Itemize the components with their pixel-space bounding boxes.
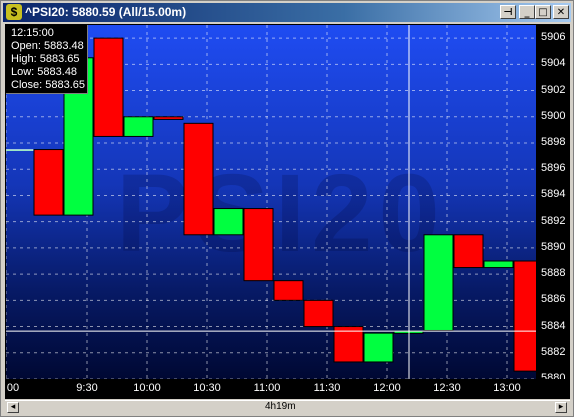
info-low: Low: 5883.48	[11, 66, 78, 78]
y-tick-label: 5884	[541, 319, 566, 332]
x-tick-label: 13:00	[493, 382, 521, 394]
chart-window: $ ^PSI20: 5880.59 (All/15.00m) ⊣ _ □ ✕ P…	[0, 0, 574, 417]
candle-13:00[interactable]	[483, 260, 514, 269]
dollar-icon[interactable]: $	[6, 4, 22, 20]
y-tick-label: 5902	[541, 83, 566, 96]
y-axis: 5880 5882 5884 5886 5888 5890 5892 5894 5896 5898…	[536, 25, 570, 384]
candle-11:00[interactable]	[243, 208, 274, 282]
y-tick-label: 5890	[541, 240, 566, 253]
candle-12:45[interactable]	[453, 234, 484, 269]
candle-10:15[interactable]	[153, 116, 184, 120]
candle-11:45[interactable]	[333, 326, 364, 363]
y-tick-label: 5882	[541, 345, 566, 358]
candle-9:00[interactable]	[6, 149, 34, 151]
scroll-right-icon[interactable]: ▸	[555, 402, 567, 413]
maximize-icon[interactable]: □	[535, 5, 551, 19]
ohlc-info-box: 12:15:00 Open: 5883.48 High: 5883.65 Low…	[6, 25, 88, 94]
x-axis: 00 9:30 10:00 10:30 11:00 11:30 12:00 12:30 13:0…	[6, 379, 570, 397]
y-tick-label: 5906	[541, 31, 566, 44]
info-time: 12:15:00	[11, 27, 54, 39]
window-title: ^PSI20: 5880.59 (All/15.00m)	[25, 5, 187, 19]
x-tick-label: 00	[6, 382, 20, 394]
horizontal-scrollbar[interactable]: ◂ 4h19m ▸	[5, 400, 570, 414]
y-tick-label: 5894	[541, 188, 566, 201]
scroll-range-label: 4h19m	[265, 401, 296, 412]
info-open: Open: 5883.48	[11, 40, 84, 52]
info-close: Close: 5883.65	[11, 79, 85, 91]
candle-10:00[interactable]	[123, 116, 154, 137]
candle-11:15[interactable]	[273, 280, 304, 301]
pin-icon[interactable]: ⊣	[500, 5, 516, 19]
candle-11:30[interactable]	[303, 299, 334, 328]
y-tick-label: 5886	[541, 293, 566, 306]
candle-10:30[interactable]	[183, 122, 214, 236]
close-icon[interactable]: ✕	[553, 5, 569, 19]
y-tick-label: 5892	[541, 214, 566, 227]
y-tick-label: 5904	[541, 57, 566, 70]
candle-12:00[interactable]	[363, 332, 394, 363]
x-tick-label: 11:30	[313, 382, 341, 394]
y-tick-label: 5900	[541, 109, 566, 122]
candle-12:30[interactable]	[423, 234, 454, 331]
candle-10:45[interactable]	[213, 208, 244, 236]
scroll-left-icon[interactable]: ◂	[7, 402, 19, 413]
candle-9:15[interactable]	[33, 149, 64, 216]
y-tick-label: 5898	[541, 136, 566, 148]
info-high: High: 5883.65	[11, 53, 80, 65]
y-tick-label: 5888	[541, 267, 566, 280]
y-tick-label: 5896	[541, 162, 566, 175]
candle-13:15[interactable]	[513, 260, 536, 372]
x-tick-label: 10:30	[193, 382, 221, 394]
x-tick-label: 12:00	[373, 382, 401, 394]
minimize-icon[interactable]: _	[519, 5, 535, 19]
title-bar[interactable]: $ ^PSI20: 5880.59 (All/15.00m) ⊣ _ □ ✕	[3, 3, 571, 22]
x-tick-label: 9:30	[76, 382, 98, 394]
x-tick-label: 12:30	[433, 382, 461, 394]
x-tick-label: 10:00	[133, 382, 161, 394]
candle-9:45[interactable]	[93, 37, 124, 137]
x-tick-label: 11:00	[253, 382, 281, 394]
